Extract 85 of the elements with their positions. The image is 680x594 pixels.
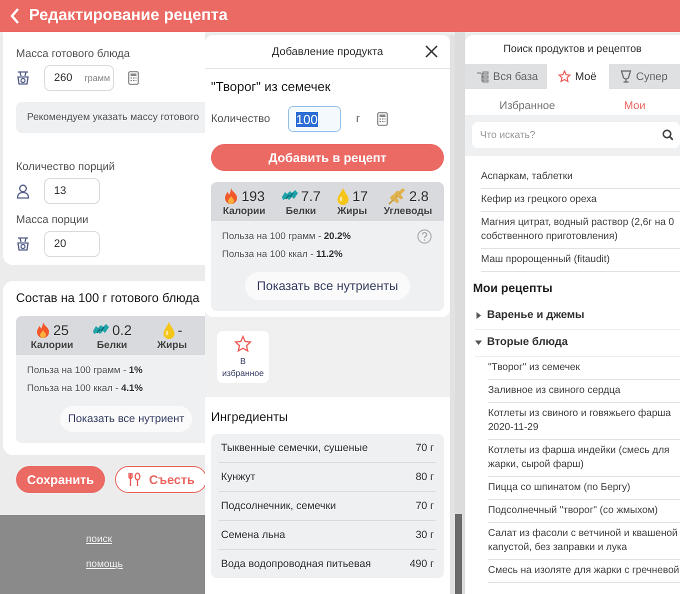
scale-icon	[16, 71, 30, 85]
subtab[interactable]: Избранное	[499, 97, 556, 115]
product-item[interactable]: Маш пророщенный (fitaudit)	[481, 249, 680, 272]
nutrient-value: 193	[241, 188, 265, 204]
ingredient-name: Тыквенные семечки, сушеные	[221, 442, 368, 454]
search-icon[interactable]	[662, 129, 674, 141]
recipe-item[interactable]: Котлеты из свиного и говяжьего фарша 2020-11-29	[488, 403, 680, 440]
ingredient-name: Вода водопроводная питьевая	[221, 558, 371, 570]
nutrient-label: Белки	[286, 206, 316, 217]
ingredient-amount: 30 г	[416, 529, 434, 541]
portions-input[interactable]: 13	[44, 178, 100, 204]
folder-item[interactable]: Вторые блюда	[475, 330, 680, 357]
nutrient-label: Белки	[96, 340, 128, 351]
portion-mass-input[interactable]: 20	[44, 231, 100, 257]
section-title: Ингредиенты	[211, 410, 289, 424]
nutrient-value: 7.7	[301, 188, 321, 204]
benefit-text: Польза на 100 грамм - 20.2%	[222, 231, 351, 242]
star-icon	[558, 70, 571, 83]
close-icon[interactable]	[425, 45, 438, 58]
back-icon[interactable]	[10, 8, 20, 24]
ingredient-amount: 70 г	[416, 442, 434, 454]
hierarchy-icon	[476, 70, 489, 82]
benefit-text: Польза на 100 ккал - 11.2%	[222, 249, 343, 260]
nutrient-label: Калории	[222, 206, 266, 217]
show-nutrients-button[interactable]: Показать все нутриенты	[244, 272, 410, 300]
benefit-text: Польза на 100 грамм - 1%	[27, 365, 143, 376]
fire-icon	[35, 321, 52, 339]
section-title: Мои рецепты	[473, 281, 554, 295]
field-label: Масса порции	[16, 214, 90, 226]
dialog-title: Добавление продукта	[272, 46, 384, 58]
caret-right-icon[interactable]	[475, 312, 482, 318]
mass-input[interactable]: 260 грамм	[44, 65, 114, 91]
product-item[interactable]: Кефир из грецкого ореха	[481, 189, 680, 212]
hint-text: Рекомендуем указать массу готового	[16, 102, 205, 133]
caret-down-icon[interactable]	[475, 338, 482, 346]
recipe-item[interactable]: Пицца со шпинатом (по Бергу)	[488, 477, 680, 500]
nutrient-label: Калории	[30, 340, 74, 351]
calculator-icon[interactable]	[377, 112, 388, 126]
favorite-button[interactable]: В избранное	[217, 331, 269, 383]
recipe-item[interactable]: Заливное из свиного сердца	[488, 380, 680, 403]
recipe-item[interactable]: Котлеты из фарша индейки (смесь для жарки, сырой фарш)	[488, 440, 680, 477]
section-title: Состав на 100 г готового блюда	[16, 291, 200, 305]
scale-icon	[16, 237, 30, 251]
nutrient-label: Жиры	[337, 206, 368, 217]
benefit-text: Польза на 100 ккал - 4.1%	[27, 383, 143, 394]
trophy-icon	[620, 70, 632, 83]
nutrient-value: -	[178, 322, 182, 338]
product-item[interactable]: Магния цитрат, водный раствор (2,6г на 0 собственного приготовления)	[481, 212, 680, 249]
nutrient-label: Углеводы	[384, 206, 432, 217]
recipe-item[interactable]: "Творог" из семечек	[488, 357, 680, 380]
product-name: "Творог" из семечек	[211, 79, 332, 94]
drop-icon	[162, 321, 176, 339]
show-nutrients-button[interactable]: Показать все нутриент	[60, 406, 192, 432]
product-item[interactable]: Аспаркам, таблетки	[481, 166, 680, 189]
ingredient-amount: 80 г	[416, 471, 434, 483]
ingredient-name: Кунжут	[221, 471, 256, 483]
recipe-item[interactable]: Смесь на изоляте для жарки с гречневой	[488, 560, 680, 583]
field-label: Количество порций	[16, 161, 116, 173]
drop-icon	[336, 187, 350, 205]
person-icon	[16, 184, 30, 198]
field-label: Масса готового блюда	[16, 48, 131, 60]
nutrient-value: 0.2	[112, 322, 132, 338]
ingredient-amount: 490 г	[410, 558, 434, 570]
quantity-label: Количество	[211, 113, 272, 125]
star-icon	[234, 335, 252, 354]
recipe-item[interactable]: Подсолнечный "творог" (со жмыхом)	[488, 500, 680, 523]
ingredient-name: Подсолнечник, семечки	[221, 500, 336, 512]
nutrient-value: 2.8	[409, 188, 429, 204]
ingredient-amount: 70 г	[416, 500, 434, 512]
quantity-input[interactable]: 100	[288, 106, 341, 132]
wheat-icon	[387, 187, 408, 205]
folder-item[interactable]: Варенье и джемы	[475, 303, 680, 330]
nutrient-value: 17	[352, 188, 368, 204]
tab[interactable]: Супер	[609, 64, 680, 89]
cutlery-icon	[126, 472, 142, 487]
panel-title: Поиск продуктов и рецептов	[502, 42, 643, 57]
fire-icon	[223, 187, 240, 205]
unit-label: г	[356, 113, 360, 125]
nutrient-label: Жиры	[157, 340, 187, 351]
ingredient-name: Семена льна	[221, 529, 286, 541]
recipe-item[interactable]: Салат из фасоли с ветчиной и квашеной капустой, без заправки и лука	[488, 523, 680, 560]
tab[interactable]: Вся база	[465, 64, 547, 89]
nutrient-value: 25	[53, 322, 69, 338]
page-title: Редактирование рецепта	[29, 7, 228, 25]
calculator-icon[interactable]	[128, 71, 139, 85]
